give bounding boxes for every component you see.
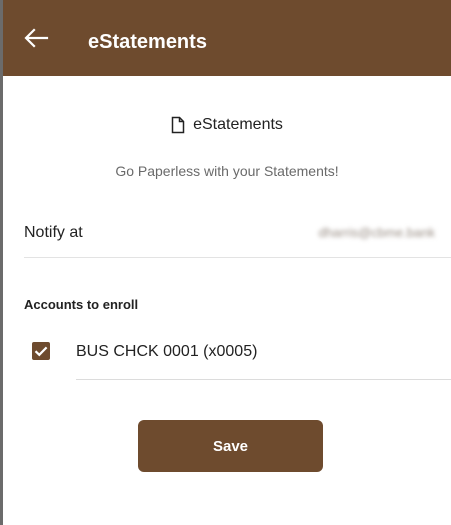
estatements-screen: eStatements eStatements Go Paperless wit… — [0, 0, 451, 525]
window-edge — [0, 0, 3, 525]
divider — [76, 379, 451, 380]
divider — [24, 257, 451, 258]
page-title: eStatements — [193, 116, 283, 133]
app-title: eStatements — [88, 31, 207, 53]
accounts-section-label: Accounts to enroll — [24, 297, 139, 312]
checkmark-icon — [34, 346, 48, 357]
account-label: BUS CHCK 0001 (x0005) — [76, 343, 258, 360]
save-button[interactable]: Save — [138, 420, 323, 472]
arrow-left-icon — [24, 28, 49, 48]
notify-label: Notify at — [24, 224, 83, 241]
app-bar: eStatements — [3, 0, 451, 76]
notify-email-value[interactable]: dharris@cbme.bank — [318, 224, 435, 242]
document-icon — [171, 116, 185, 134]
account-row[interactable]: BUS CHCK 0001 (x0005) — [24, 334, 451, 376]
page-heading: eStatements — [3, 112, 451, 138]
tagline: Go Paperless with your Statements! — [115, 163, 339, 179]
account-checkbox[interactable] — [32, 342, 50, 360]
back-button[interactable] — [23, 27, 49, 49]
